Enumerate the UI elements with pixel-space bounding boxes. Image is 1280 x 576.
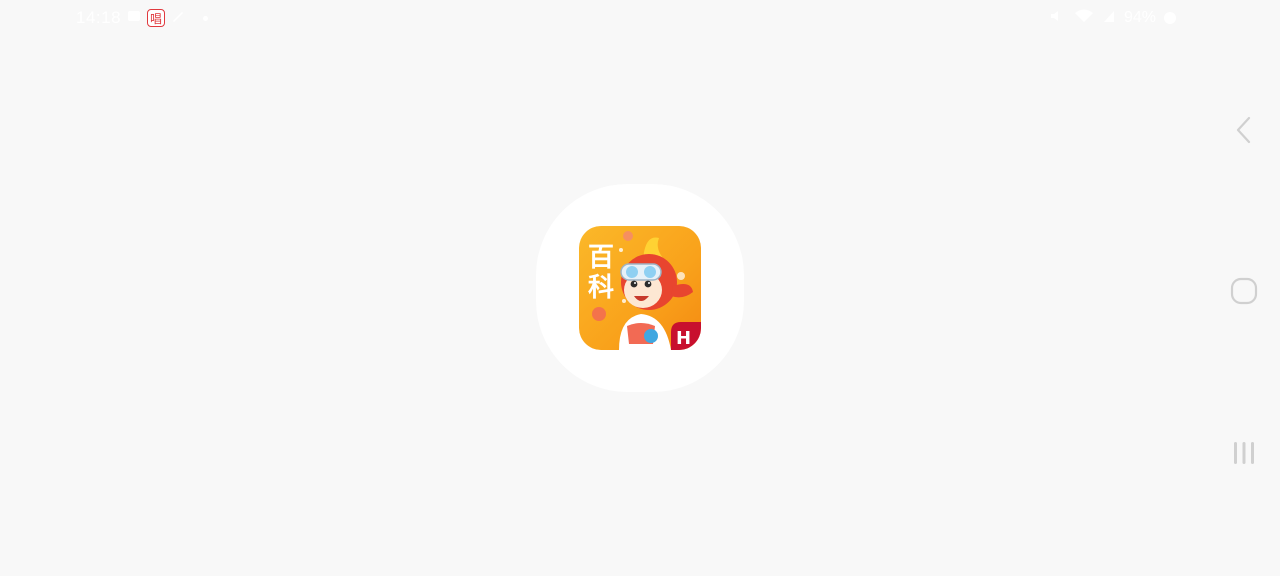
status-time: 14:18 xyxy=(76,8,122,27)
icon-badge-letter: H xyxy=(676,328,691,349)
home-button[interactable] xyxy=(1230,277,1258,305)
app-icon: 百 科 H xyxy=(579,226,701,350)
signal-icon xyxy=(1102,9,1116,28)
splash-screen: 14:18 唱 94% 百 科 H xyxy=(0,0,1280,576)
three-bars-icon xyxy=(1234,442,1254,464)
status-bar-right: 94% xyxy=(1050,8,1176,28)
wifi-icon xyxy=(1074,9,1094,28)
image-notification-icon xyxy=(127,8,141,28)
recents-button[interactable] xyxy=(1230,439,1258,467)
icon-title-line1: 百 xyxy=(588,243,614,273)
more-notifications-dot-icon xyxy=(203,15,209,21)
icon-title-line2: 科 xyxy=(588,273,614,303)
status-bar-left: 14:18 唱 xyxy=(76,8,209,28)
sing-app-notification-icon: 唱 xyxy=(147,9,166,27)
pen-notification-icon xyxy=(171,8,185,28)
back-button[interactable] xyxy=(1230,116,1258,144)
chevron-left-icon xyxy=(1236,116,1251,144)
battery-percent: 94% xyxy=(1123,9,1156,26)
battery-icon xyxy=(1164,12,1176,24)
rounded-square-icon xyxy=(1230,277,1258,305)
mute-icon xyxy=(1050,9,1066,28)
